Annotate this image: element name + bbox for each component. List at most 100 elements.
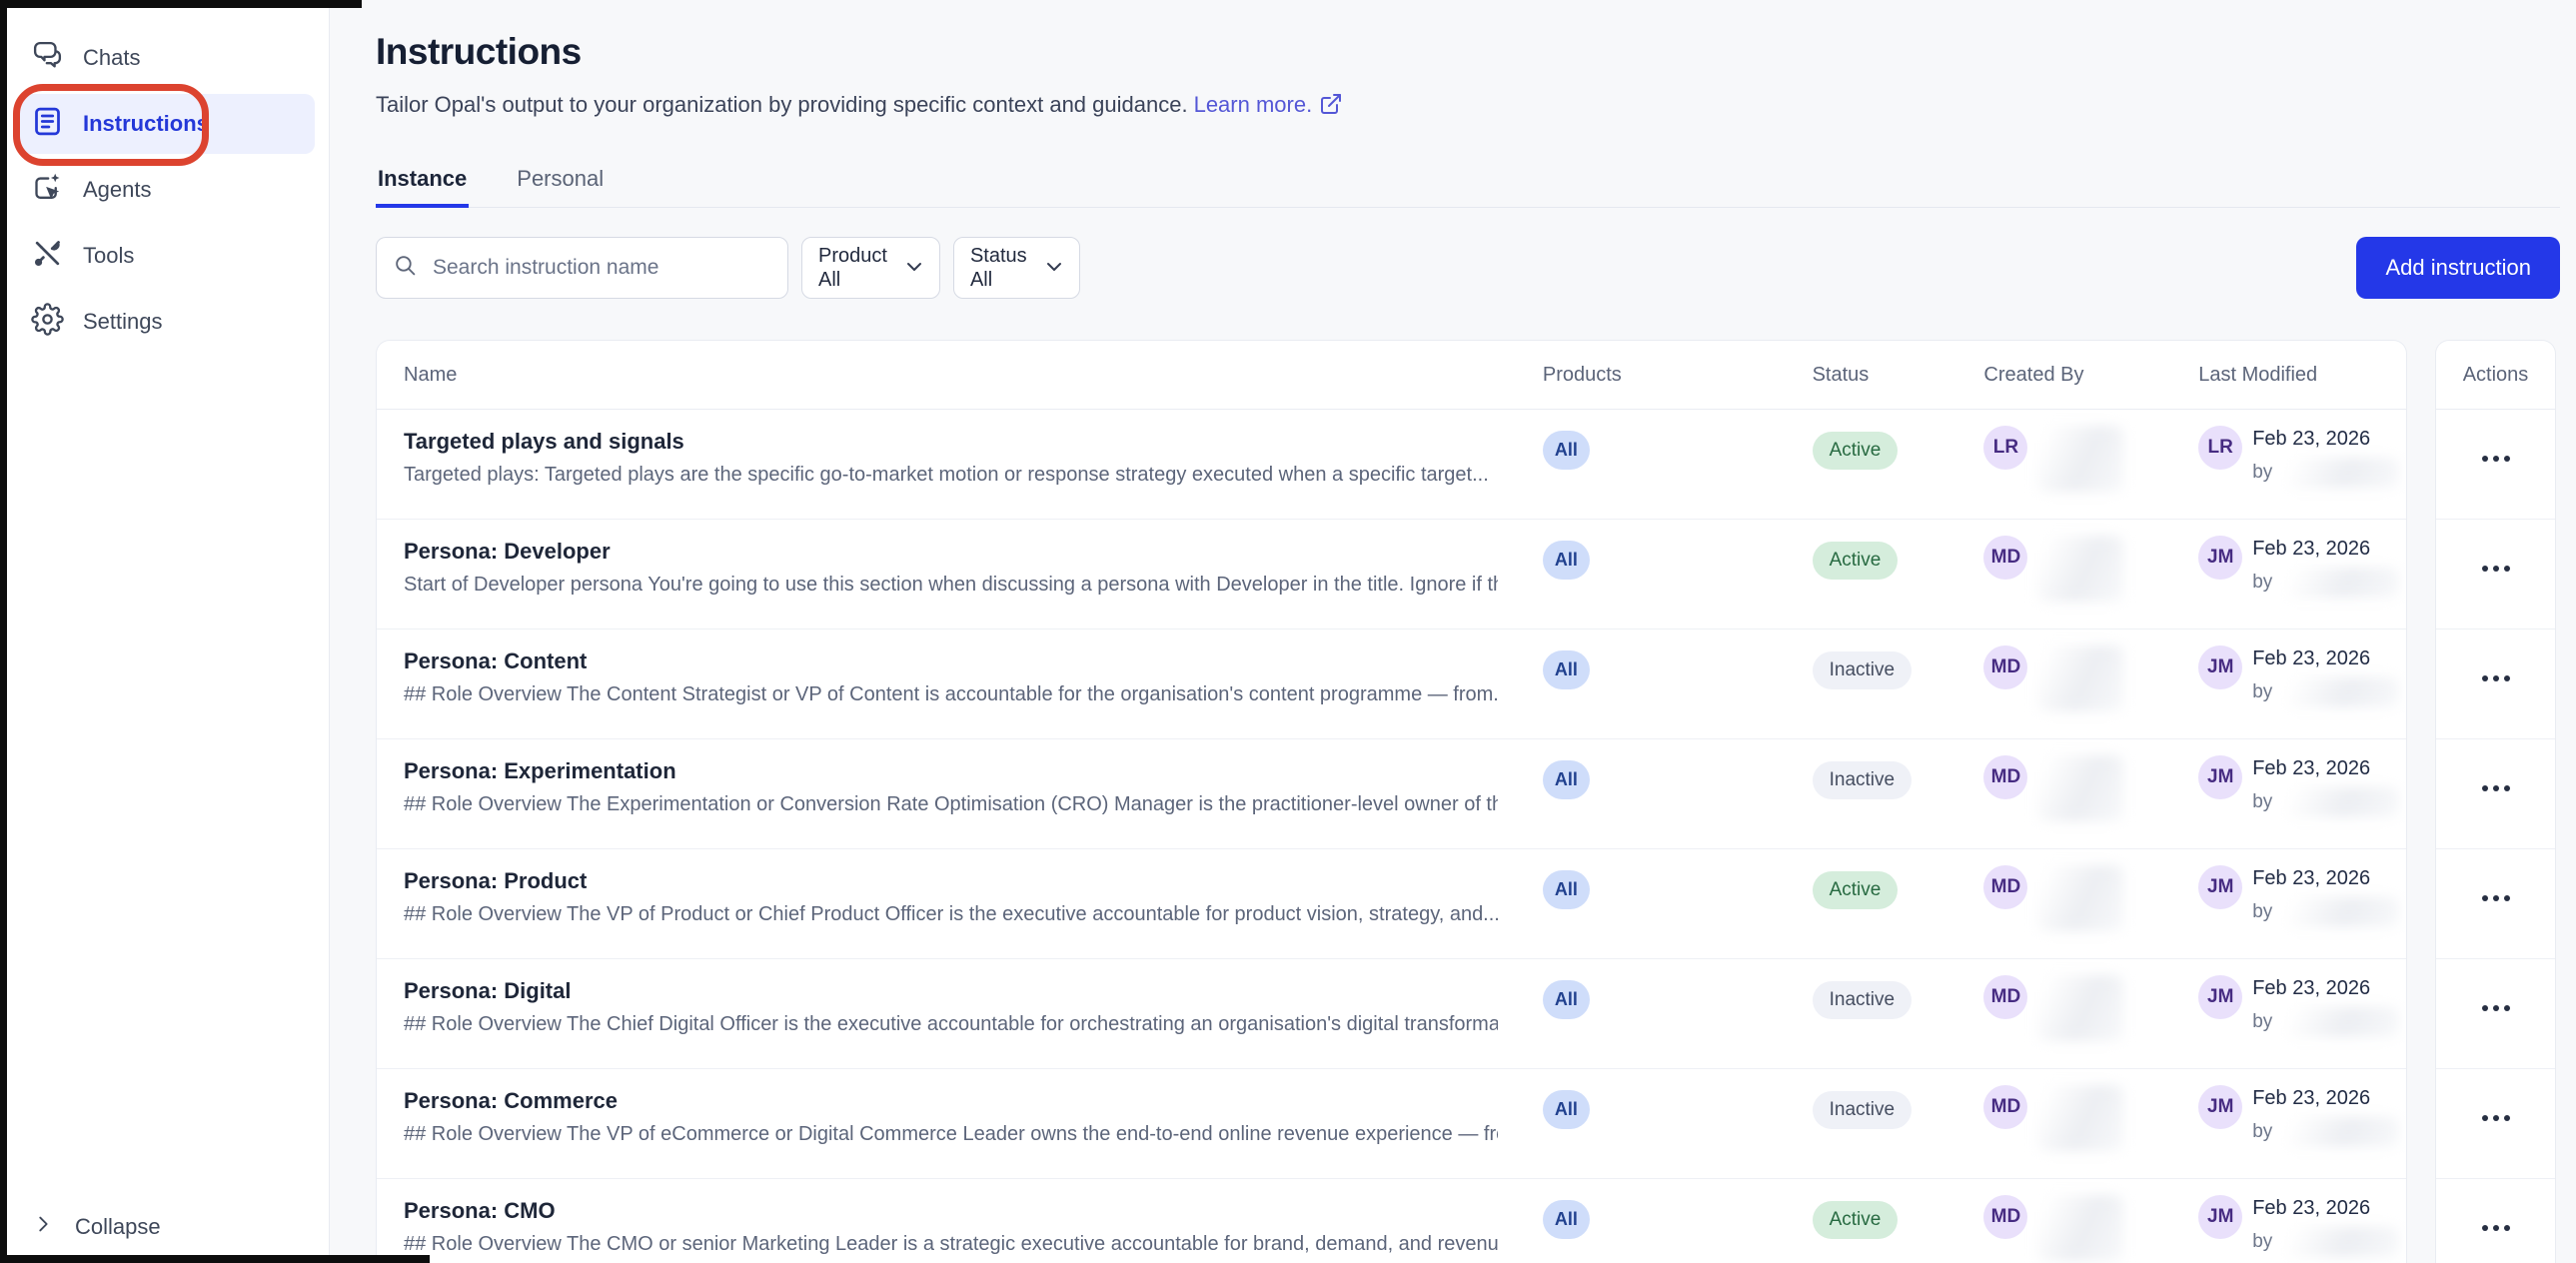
page-description: Tailor Opal's output to your organizatio… — [376, 90, 2560, 120]
modified-date: Feb 23, 2026 — [2252, 755, 2399, 780]
product-filter-dropdown[interactable]: Product All — [801, 237, 940, 299]
column-header-last-modified: Last Modified — [2198, 364, 2406, 387]
table-body: Targeted plays and signals Targeted play… — [377, 410, 2406, 1263]
products-badge: All — [1543, 650, 1590, 689]
sidebar-item-settings[interactable]: Settings — [20, 292, 315, 352]
instructions-table: Name Products Status Created By Last Mod… — [376, 340, 2560, 1263]
row-actions-menu-button[interactable] — [2476, 999, 2516, 1017]
products-badge: All — [1543, 760, 1590, 799]
products-badge: All — [1543, 1090, 1590, 1129]
sidebar-item-instructions[interactable]: Instructions — [20, 94, 315, 154]
status-badge: Active — [1813, 1201, 1899, 1239]
modified-by-avatar: JM — [2198, 975, 2242, 1019]
modified-date: Feb 23, 2026 — [2252, 645, 2399, 670]
search-box — [376, 237, 788, 299]
table-row[interactable]: Persona: Developer Start of Developer pe… — [377, 520, 2406, 630]
instruction-name: Persona: Experimentation — [404, 758, 1543, 784]
modified-date: Feb 23, 2026 — [2252, 536, 2399, 561]
table-row[interactable]: Persona: Product ## Role Overview The VP… — [377, 849, 2406, 959]
created-by-avatar: MD — [1983, 645, 2027, 689]
instruction-description: ## Role Overview The Chief Digital Offic… — [404, 1013, 1498, 1036]
modified-by-label: by — [2252, 1121, 2272, 1143]
sidebar-item-label: Agents — [83, 177, 152, 203]
row-actions-menu-button[interactable] — [2476, 669, 2516, 687]
instruction-description: ## Role Overview The VP of Product or Ch… — [404, 903, 1498, 926]
modified-by-name-redacted — [2281, 458, 2399, 488]
table-row[interactable]: Persona: Experimentation ## Role Overvie… — [377, 739, 2406, 849]
actions-column-body — [2436, 410, 2555, 1263]
row-actions-menu-button[interactable] — [2476, 1219, 2516, 1237]
modified-by-avatar: JM — [2198, 755, 2242, 799]
modified-by-name-redacted — [2281, 1227, 2399, 1257]
product-filter-label: Product — [818, 244, 887, 268]
table-row[interactable]: Persona: Commerce ## Role Overview The V… — [377, 1069, 2406, 1179]
instruction-description: Start of Developer persona You're going … — [404, 574, 1498, 597]
sidebar: Chats Instructions Agents — [0, 0, 330, 1263]
products-badge: All — [1543, 870, 1590, 909]
modified-date: Feb 23, 2026 — [2252, 1195, 2399, 1220]
modified-by-label: by — [2252, 462, 2272, 484]
screenshot-edge-left — [0, 0, 7, 1263]
page-description-text: Tailor Opal's output to your organizatio… — [376, 92, 1188, 117]
row-actions-menu-button[interactable] — [2476, 1109, 2516, 1127]
created-by-name-redacted — [2037, 1085, 2123, 1151]
ellipsis-icon — [2482, 785, 2488, 791]
row-actions-menu-button[interactable] — [2476, 889, 2516, 907]
table-row[interactable]: Targeted plays and signals Targeted play… — [377, 410, 2406, 520]
tab-instance[interactable]: Instance — [376, 166, 469, 208]
sidebar-item-tools[interactable]: Tools — [20, 226, 315, 286]
learn-more-link[interactable]: Learn more. — [1194, 92, 1344, 117]
modified-by-avatar: LR — [2198, 426, 2242, 470]
instructions-icon — [31, 105, 64, 144]
modified-by-label: by — [2252, 1011, 2272, 1033]
row-actions-cell — [2436, 520, 2555, 630]
row-actions-cell — [2436, 959, 2555, 1069]
ellipsis-icon — [2482, 1115, 2488, 1121]
table-row[interactable]: Persona: CMO ## Role Overview The CMO or… — [377, 1179, 2406, 1263]
created-by-name-redacted — [2037, 865, 2123, 931]
table-actions-card: Actions — [2435, 340, 2556, 1263]
tab-bar: Instance Personal — [376, 166, 2560, 208]
row-actions-menu-button[interactable] — [2476, 560, 2516, 578]
search-icon — [393, 253, 418, 283]
products-badge: All — [1543, 980, 1590, 1019]
ellipsis-icon — [2482, 1225, 2488, 1231]
products-badge: All — [1543, 541, 1590, 580]
row-actions-menu-button[interactable] — [2476, 450, 2516, 468]
sidebar-item-label: Instructions — [83, 111, 209, 137]
instruction-name: Persona: Content — [404, 648, 1543, 674]
instruction-name: Persona: Commerce — [404, 1088, 1543, 1114]
created-by-avatar: MD — [1983, 865, 2027, 909]
collapse-sidebar-button[interactable]: Collapse — [32, 1213, 161, 1241]
row-actions-cell — [2436, 849, 2555, 959]
created-by-name-redacted — [2037, 536, 2123, 602]
toolbar: Product All Status All Add instruction — [376, 237, 2560, 299]
created-by-avatar: MD — [1983, 536, 2027, 580]
search-input[interactable] — [431, 255, 771, 281]
status-badge: Active — [1813, 871, 1899, 909]
row-actions-menu-button[interactable] — [2476, 779, 2516, 797]
created-by-name-redacted — [2037, 975, 2123, 1041]
modified-date: Feb 23, 2026 — [2252, 865, 2399, 890]
table-row[interactable]: Persona: Digital ## Role Overview The Ch… — [377, 959, 2406, 1069]
table-main-card: Name Products Status Created By Last Mod… — [376, 340, 2407, 1263]
status-filter-dropdown[interactable]: Status All — [953, 237, 1080, 299]
column-header-actions: Actions — [2436, 341, 2555, 410]
created-by-avatar: MD — [1983, 755, 2027, 799]
modified-by-name-redacted — [2281, 1117, 2399, 1147]
tab-personal[interactable]: Personal — [515, 166, 606, 207]
modified-date: Feb 23, 2026 — [2252, 1085, 2399, 1110]
modified-by-name-redacted — [2281, 677, 2399, 707]
modified-by-avatar: JM — [2198, 865, 2242, 909]
status-badge: Inactive — [1813, 1091, 1912, 1129]
sidebar-item-chats[interactable]: Chats — [20, 28, 315, 88]
table-row[interactable]: Persona: Content ## Role Overview The Co… — [377, 630, 2406, 739]
sidebar-item-label: Chats — [83, 45, 140, 71]
modified-date: Feb 23, 2026 — [2252, 426, 2399, 451]
instruction-description: ## Role Overview The VP of eCommerce or … — [404, 1123, 1498, 1146]
sidebar-item-agents[interactable]: Agents — [20, 160, 315, 220]
instruction-description: ## Role Overview The CMO or senior Marke… — [404, 1233, 1498, 1256]
add-instruction-button[interactable]: Add instruction — [2356, 237, 2560, 299]
chevron-down-icon — [902, 255, 926, 282]
ellipsis-icon — [2482, 675, 2488, 681]
